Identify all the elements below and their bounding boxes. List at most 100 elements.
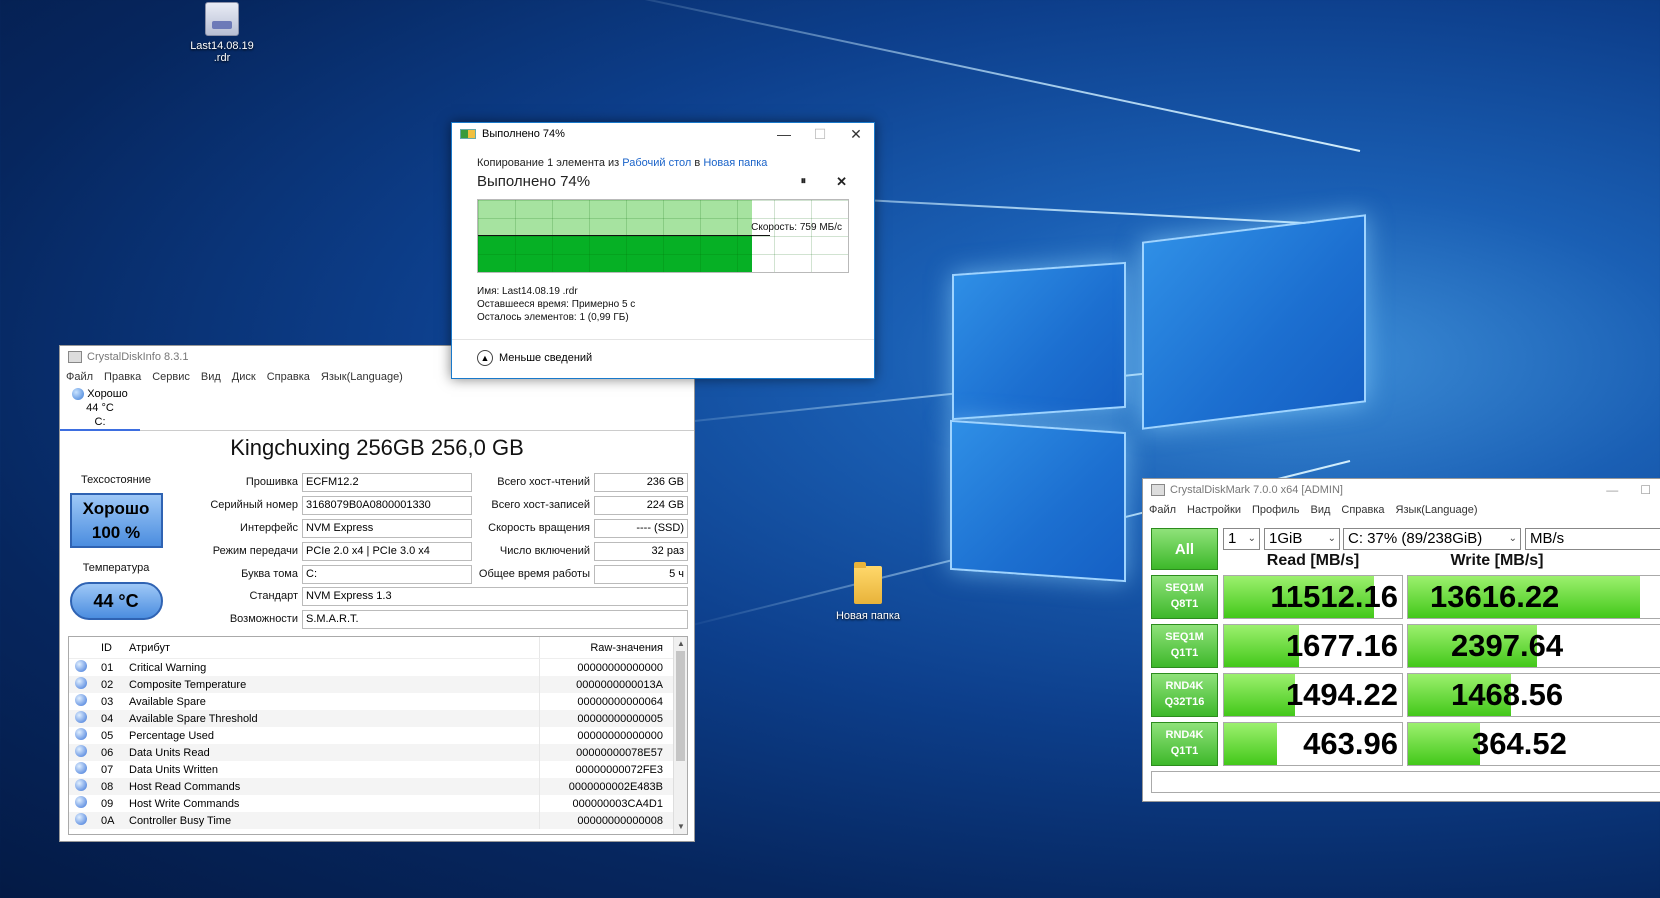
table-row[interactable]: 07 Data Units Written 00000000072FE3 (69, 761, 687, 778)
smart-header-raw[interactable]: Raw-значения (539, 637, 669, 658)
cdi-menu-edit[interactable]: Правка (104, 371, 141, 383)
cdi-tab-status: Хорошо (87, 388, 128, 400)
table-row[interactable]: 03 Available Spare 00000000000064 (69, 693, 687, 710)
cdi-menu-service[interactable]: Сервис (152, 371, 190, 383)
test-button-rnd4k-q32t16[interactable]: RND4K Q32T16 (1151, 673, 1218, 717)
cdm-minimize-icon[interactable]: — (1606, 483, 1618, 497)
test-count-select[interactable]: 1 ⌄ (1223, 528, 1260, 550)
cdi-menu-help[interactable]: Справка (267, 371, 310, 383)
cdm-menu-settings[interactable]: Настройки (1187, 504, 1241, 516)
read-value: 463.96 (1303, 726, 1398, 761)
cdm-titlebar[interactable]: CrystalDiskMark 7.0.0 x64 [ADMIN] — ☐ (1143, 479, 1660, 501)
row-id: 05 (101, 729, 114, 742)
table-row[interactable]: 04 Available Spare Threshold 0000000000000… (69, 710, 687, 727)
smart-header-id[interactable]: ID (93, 642, 129, 654)
cdi-menu-language[interactable]: Язык(Language) (321, 371, 403, 383)
copy-dest-link[interactable]: Новая папка (703, 157, 767, 169)
scroll-up-icon[interactable]: ▲ (674, 637, 687, 651)
field-interface-label: Интерфейс (240, 522, 298, 534)
test-button-seq1m-q1t1[interactable]: SEQ1M Q1T1 (1151, 624, 1218, 668)
scroll-thumb[interactable] (676, 651, 685, 761)
cdm-menu-language[interactable]: Язык(Language) (1396, 504, 1478, 516)
table-row[interactable]: 06 Data Units Read 00000000078E57 (69, 744, 687, 761)
field-rotation: Скорость вращения ---- (SSD) (474, 518, 688, 538)
test-line2: Q1T1 (1170, 745, 1199, 757)
field-host-writes-label: Всего хост-записей (491, 499, 590, 511)
cdi-menu-view[interactable]: Вид (201, 371, 221, 383)
unit-value: MB/s (1530, 530, 1565, 547)
cdm-menu-file[interactable]: Файл (1149, 504, 1176, 516)
cdi-title-text: CrystalDiskInfo 8.3.1 (87, 351, 189, 363)
status-dot-icon (75, 745, 87, 757)
field-transfer-mode-value: PCIe 2.0 x4 | PCIe 3.0 x4 (302, 541, 472, 561)
copy-source-link[interactable]: Рабочий стол (622, 157, 691, 169)
health-status-box[interactable]: Хорошо 100 % (69, 493, 163, 548)
test-line1: RND4K (1165, 680, 1204, 692)
table-row[interactable]: 01 Critical Warning 00000000000000 (69, 659, 687, 676)
cdi-menu-disk[interactable]: Диск (232, 371, 256, 383)
comment-field[interactable] (1151, 771, 1660, 793)
desktop-folder-label: Новая папка (835, 610, 901, 622)
less-details-button[interactable]: ▲ Меньше сведений (477, 350, 592, 366)
close-icon[interactable]: ✕ (838, 123, 874, 145)
time-label: Оставшееся время: (477, 299, 569, 310)
smart-attributes-table[interactable]: ID Атрибут Raw-значения 01 Critical Warni… (68, 636, 688, 835)
test-button-rnd4k-q1t1[interactable]: RND4K Q1T1 (1151, 722, 1218, 766)
health-status-text: Хорошо (82, 499, 150, 518)
unit-select[interactable]: MB/s (1525, 528, 1660, 550)
read-value: 11512.16 (1270, 579, 1398, 614)
row-attribute: Data Units Read (129, 746, 210, 759)
field-power-on-count-value: 32 раз (594, 541, 688, 561)
cancel-copy-icon[interactable]: ✕ (836, 174, 847, 190)
row-id: 09 (101, 797, 114, 810)
scroll-down-icon[interactable]: ▼ (674, 820, 687, 834)
test-line1: SEQ1M (1165, 631, 1204, 643)
smart-table-scrollbar[interactable]: ▲ ▼ (673, 637, 687, 834)
chevron-down-icon: ⌄ (1247, 533, 1256, 544)
cdm-menu-help[interactable]: Справка (1341, 504, 1384, 516)
row-id: 07 (101, 763, 114, 776)
smart-table-header: ID Атрибут Raw-значения (69, 637, 687, 659)
cdm-menu-profile[interactable]: Профиль (1252, 504, 1300, 516)
table-row[interactable]: 0A Controller Busy Time 00000000000008 (69, 812, 687, 829)
field-features-label: Возможности (229, 613, 298, 625)
row-attribute: Available Spare Threshold (129, 712, 258, 725)
copy-line-prefix: Копирование 1 элемента из (477, 157, 620, 169)
desktop-folder-icon[interactable]: Новая папка (830, 562, 906, 622)
table-row[interactable]: 02 Composite Temperature 0000000000013A (69, 676, 687, 693)
field-power-on-hours-label: Общее время работы (478, 568, 590, 580)
field-interface-value: NVM Express (302, 518, 472, 538)
test-line1: RND4K (1165, 729, 1204, 741)
row-id: 03 (101, 695, 114, 708)
read-bar (1224, 723, 1278, 765)
cdi-menu-file[interactable]: Файл (66, 371, 93, 383)
table-row[interactable]: 05 Percentage Used 00000000000000 (69, 727, 687, 744)
pause-icon[interactable]: ⏸ (801, 175, 807, 188)
cdi-disk-tab-c[interactable]: Хорошо 44 °C C: (60, 386, 140, 431)
test-button-seq1m-q8t1[interactable]: SEQ1M Q8T1 (1151, 575, 1218, 619)
status-dot-icon (75, 660, 87, 672)
cdm-menu-view[interactable]: Вид (1310, 504, 1330, 516)
table-row[interactable]: 09 Host Write Commands 000000003CA4D1 (69, 795, 687, 812)
drive-select[interactable]: C: 37% (89/238GiB) ⌄ (1343, 528, 1521, 550)
write-value: 2397.64 (1451, 628, 1564, 663)
desktop-file-icon[interactable]: Last14.08.19 .rdr (184, 2, 260, 64)
test-size-select[interactable]: 1GiB ⌄ (1264, 528, 1340, 550)
chevron-down-icon: ⌄ (1327, 533, 1336, 544)
copy-dialog-titlebar[interactable]: Выполнено 74% — ☐ ✕ (452, 123, 874, 145)
read-result-rnd4k-q1t1: 463.96 (1223, 722, 1403, 766)
maximize-icon: ☐ (813, 125, 827, 142)
cdm-menubar: Файл Настройки Профиль Вид Справка Язык(… (1143, 501, 1660, 519)
run-all-button[interactable]: All (1151, 528, 1218, 570)
cdi-tab-temp: 44 °C (86, 402, 114, 414)
name-label: Имя: (477, 286, 500, 297)
smart-header-attribute[interactable]: Атрибут (129, 642, 539, 654)
minimize-icon[interactable]: — (766, 123, 802, 145)
read-result-seq1m-q1t1: 1677.16 (1223, 624, 1403, 668)
copy-progress-dialog: Выполнено 74% — ☐ ✕ Копирование 1 элемен… (451, 122, 875, 379)
temperature-box[interactable]: 44 °C (69, 582, 163, 620)
cdm-maximize-icon[interactable]: ☐ (1640, 483, 1651, 497)
table-row[interactable]: 08 Host Read Commands 0000000002E483B (69, 778, 687, 795)
status-dot-icon (75, 728, 87, 740)
test-count-value: 1 (1228, 530, 1237, 547)
